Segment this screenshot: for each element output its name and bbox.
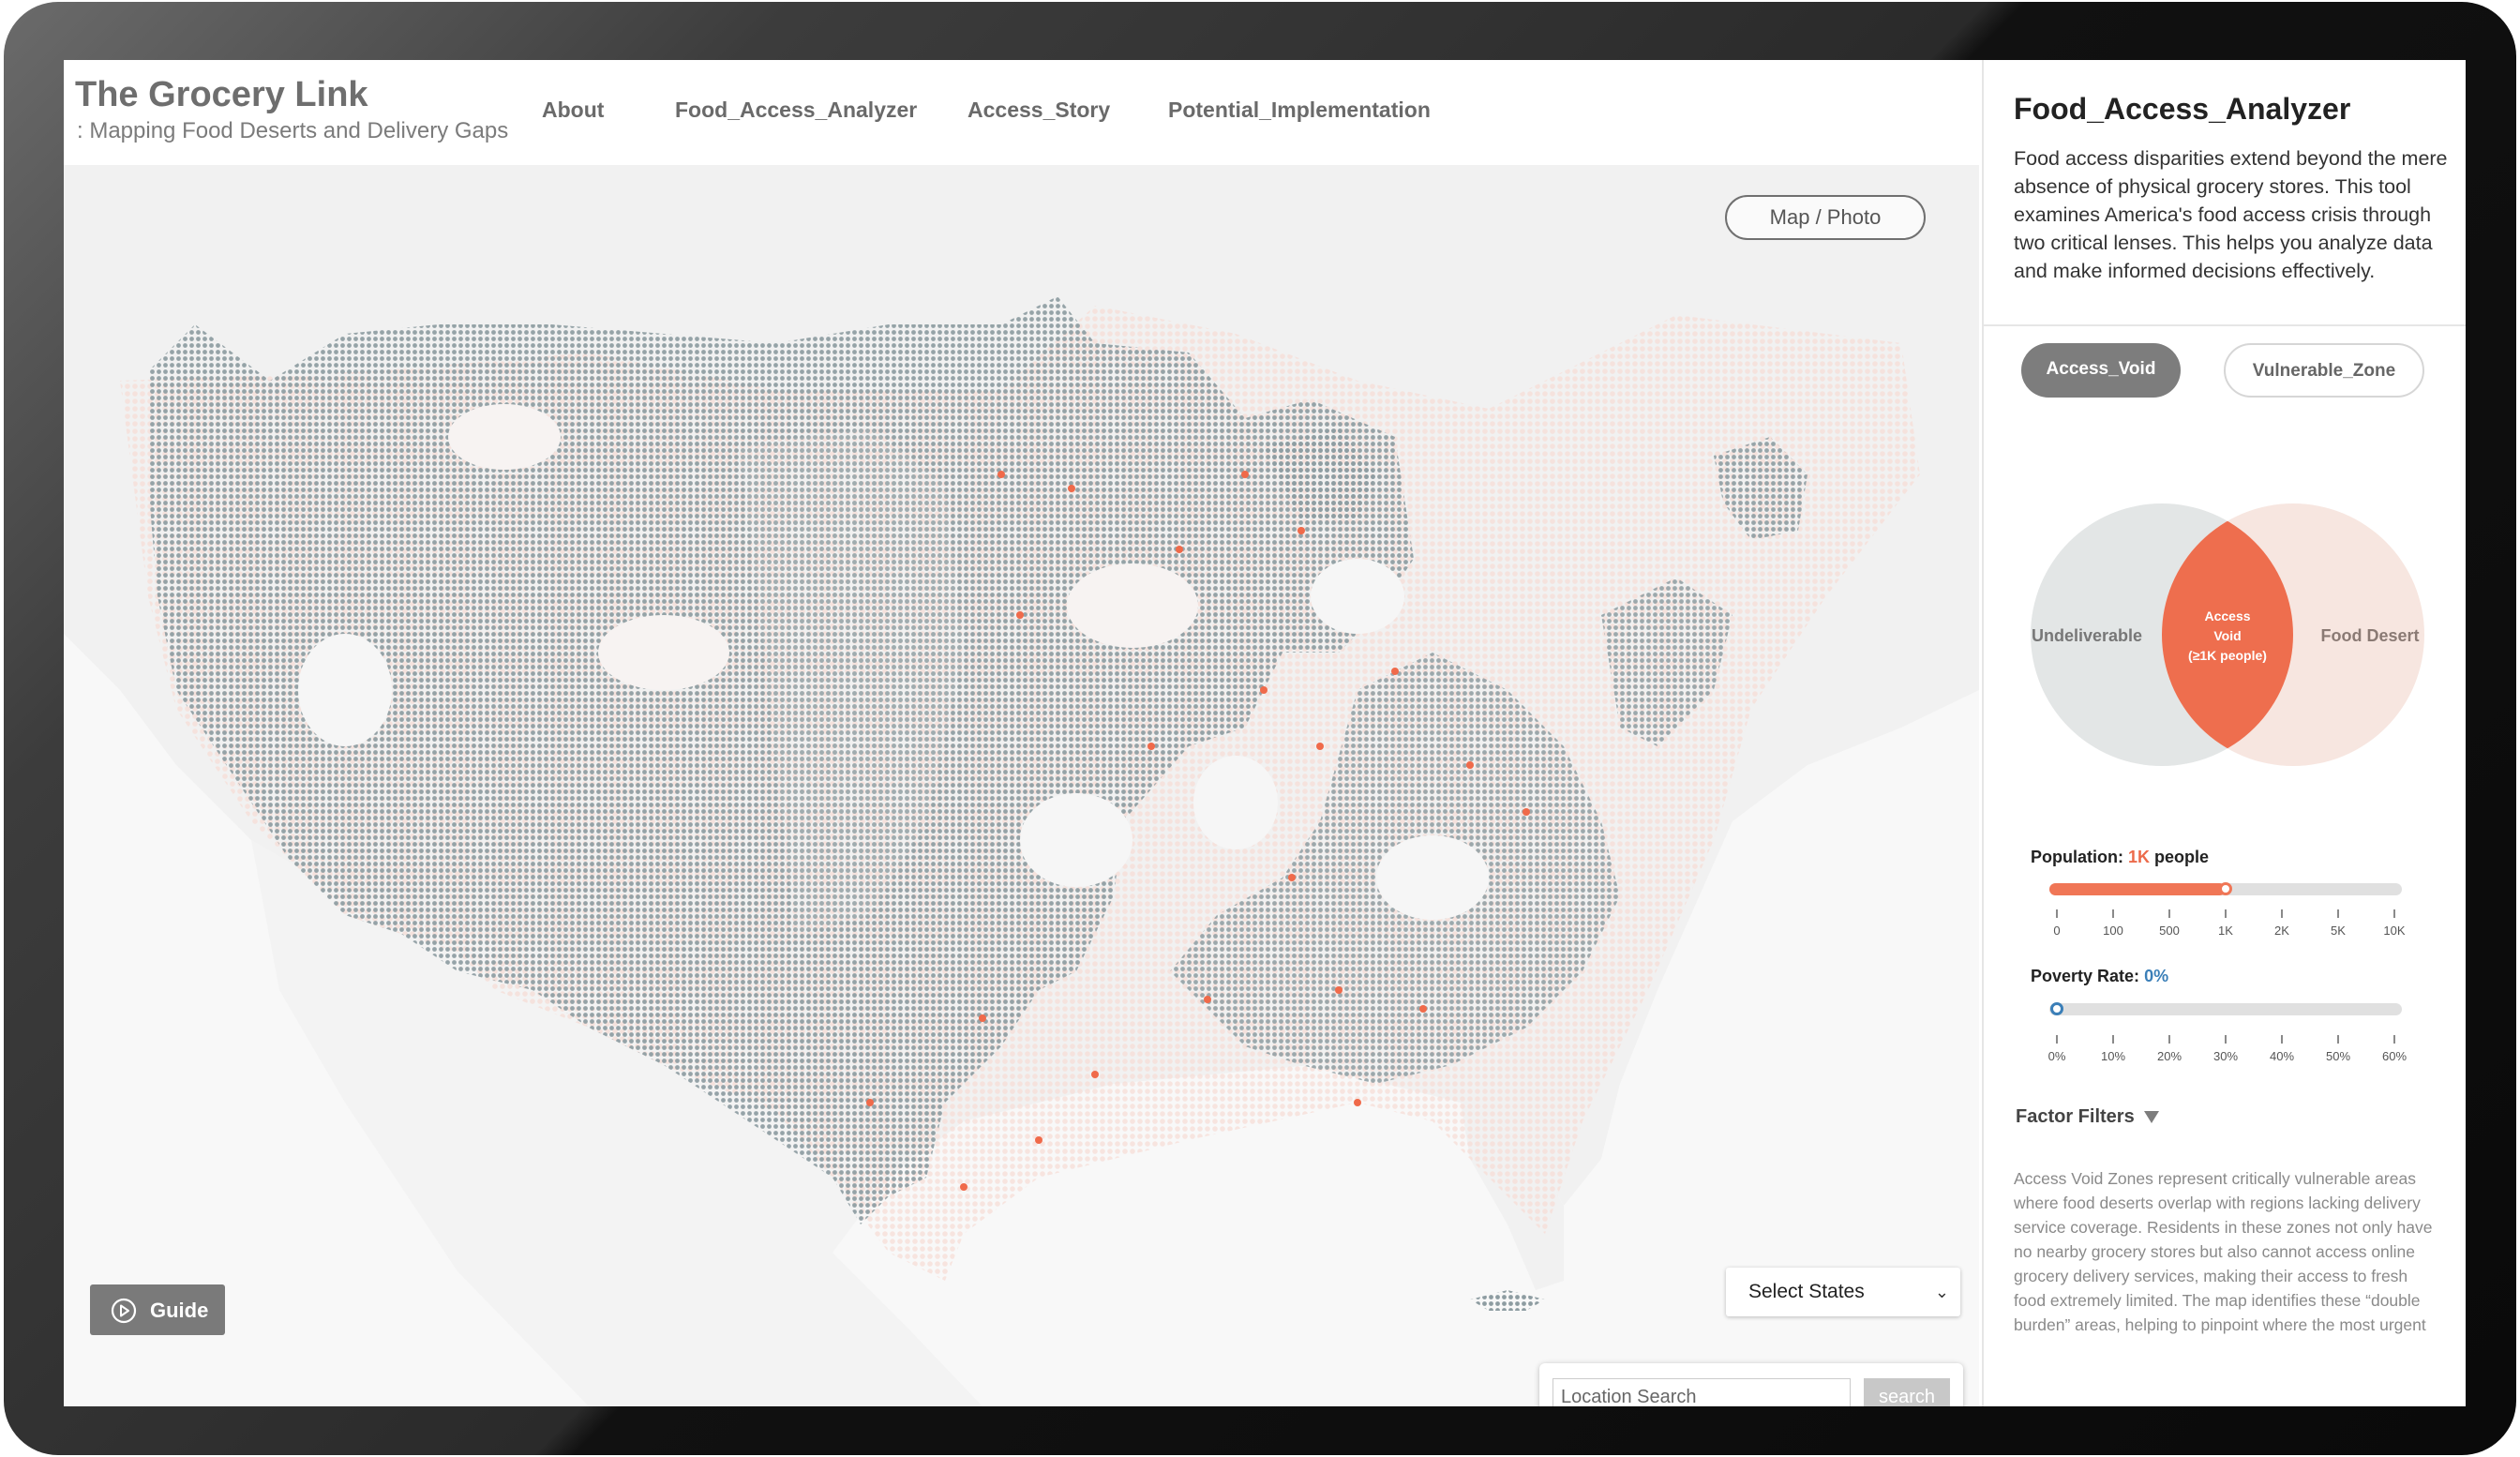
- poverty-tick: 10%: [2085, 1035, 2141, 1063]
- poverty-label-text: Poverty Rate:: [2031, 967, 2140, 985]
- play-circle-icon: [111, 1298, 137, 1324]
- population-tick-label: 100: [2103, 924, 2123, 938]
- population-tick-label: 0: [2053, 924, 2061, 938]
- nav-food-access-analyzer[interactable]: Food_Access_Analyzer: [675, 98, 917, 123]
- population-tick-label: 10K: [2383, 924, 2406, 938]
- population-tick: 500: [2141, 909, 2198, 938]
- guide-label: Guide: [150, 1299, 209, 1322]
- population-tick: 0: [2029, 909, 2085, 938]
- app-subtitle: : Mapping Food Deserts and Delivery Gaps: [77, 118, 509, 143]
- population-tick: 2K: [2254, 909, 2310, 938]
- population-label-text: Population:: [2031, 848, 2123, 866]
- tab-vulnerable-zone[interactable]: Vulnerable_Zone: [2224, 343, 2424, 398]
- analyzer-panel: Food_Access_Analyzer Food access dispari…: [1982, 60, 2466, 1406]
- poverty-tick-label: 40%: [2269, 1049, 2295, 1063]
- search-button[interactable]: search: [1864, 1378, 1950, 1406]
- venn-diagram: Undeliverable Food Desert Access Void (≥…: [2031, 503, 2424, 766]
- venn-center-line-3: (≥1K people): [2188, 648, 2267, 663]
- poverty-tick-label: 30%: [2212, 1049, 2239, 1063]
- device-frame: The Grocery Link : Mapping Food Deserts …: [4, 2, 2516, 1455]
- population-value: 1K: [2128, 848, 2151, 866]
- app-title: The Grocery Link: [75, 75, 368, 114]
- population-slider-handle[interactable]: [2219, 882, 2232, 895]
- panel-title: Food_Access_Analyzer: [2014, 92, 2351, 126]
- poverty-label: Poverty Rate: 0%: [2031, 967, 2168, 986]
- nav-potential-implementation[interactable]: Potential_Implementation: [1168, 98, 1431, 123]
- tab-access-void[interactable]: Access_Void: [2021, 343, 2181, 398]
- poverty-tick: 50%: [2310, 1035, 2366, 1063]
- poverty-tick: 60%: [2366, 1035, 2422, 1063]
- population-slider[interactable]: [2049, 882, 2402, 895]
- poverty-tick: 30%: [2198, 1035, 2254, 1063]
- population-tick: 100: [2085, 909, 2141, 938]
- caret-down-icon: [2143, 1111, 2159, 1124]
- app-screen: The Grocery Link : Mapping Food Deserts …: [64, 60, 2466, 1406]
- population-tick: 10K: [2366, 909, 2422, 938]
- venn-left-label: Undeliverable: [2032, 626, 2142, 645]
- panel-description: Food access disparities extend beyond th…: [2014, 147, 2448, 282]
- population-tick-label: 1K: [2218, 924, 2233, 938]
- poverty-tick: 40%: [2254, 1035, 2310, 1063]
- us-hex-map[interactable]: [64, 165, 1979, 1406]
- divider: [1984, 324, 2466, 326]
- population-unit: people: [2154, 848, 2210, 866]
- population-tick-label: 2K: [2274, 924, 2289, 938]
- location-search-box: search: [1539, 1363, 1963, 1406]
- population-slider-fill: [2049, 883, 2226, 895]
- poverty-tick-label: 20%: [2156, 1049, 2182, 1063]
- map-view[interactable]: Map / Photo Select States ⌄ search Guide: [64, 165, 1979, 1406]
- poverty-tick: 0%: [2029, 1035, 2085, 1063]
- poverty-ticks: 0% 10% 20% 30% 40% 50% 60%: [2048, 1035, 2407, 1073]
- map-photo-toggle[interactable]: Map / Photo: [1725, 195, 1926, 240]
- poverty-tick: 20%: [2141, 1035, 2198, 1063]
- population-tick: 1K: [2198, 909, 2254, 938]
- poverty-tick-label: 60%: [2381, 1049, 2408, 1063]
- poverty-tick-label: 0%: [2048, 1049, 2066, 1063]
- select-states-value: Select States: [1748, 1281, 1865, 1302]
- population-tick-label: 5K: [2331, 924, 2346, 938]
- venn-center-line-1: Access: [2204, 608, 2250, 623]
- poverty-tick-label: 50%: [2325, 1049, 2351, 1063]
- poverty-tick-label: 10%: [2100, 1049, 2126, 1063]
- location-search-input[interactable]: [1552, 1378, 1851, 1406]
- header: The Grocery Link : Mapping Food Deserts …: [64, 60, 1979, 165]
- venn-right-label: Food Desert: [2320, 626, 2419, 645]
- factor-filters-toggle[interactable]: Factor Filters: [2016, 1106, 2159, 1128]
- venn-center-line-2: Void: [2213, 628, 2241, 643]
- access-void-description: Access Void Zones represent critically v…: [2014, 1169, 2433, 1334]
- factor-filters-label: Factor Filters: [2016, 1106, 2135, 1127]
- population-tick: 5K: [2310, 909, 2366, 938]
- population-tick-label: 500: [2159, 924, 2180, 938]
- poverty-value: 0%: [2144, 967, 2169, 985]
- poverty-slider-handle[interactable]: [2050, 1002, 2063, 1015]
- guide-button[interactable]: Guide: [90, 1284, 225, 1335]
- nav-access-story[interactable]: Access_Story: [968, 98, 1110, 123]
- chevron-down-icon: ⌄: [1934, 1283, 1949, 1301]
- population-label: Population: 1K people: [2031, 848, 2209, 867]
- poverty-slider[interactable]: [2049, 1002, 2402, 1015]
- population-ticks: 0 100 500 1K 2K 5K 10K: [2049, 909, 2406, 947]
- select-states-dropdown[interactable]: Select States ⌄: [1726, 1268, 1960, 1316]
- nav-about[interactable]: About: [542, 98, 604, 123]
